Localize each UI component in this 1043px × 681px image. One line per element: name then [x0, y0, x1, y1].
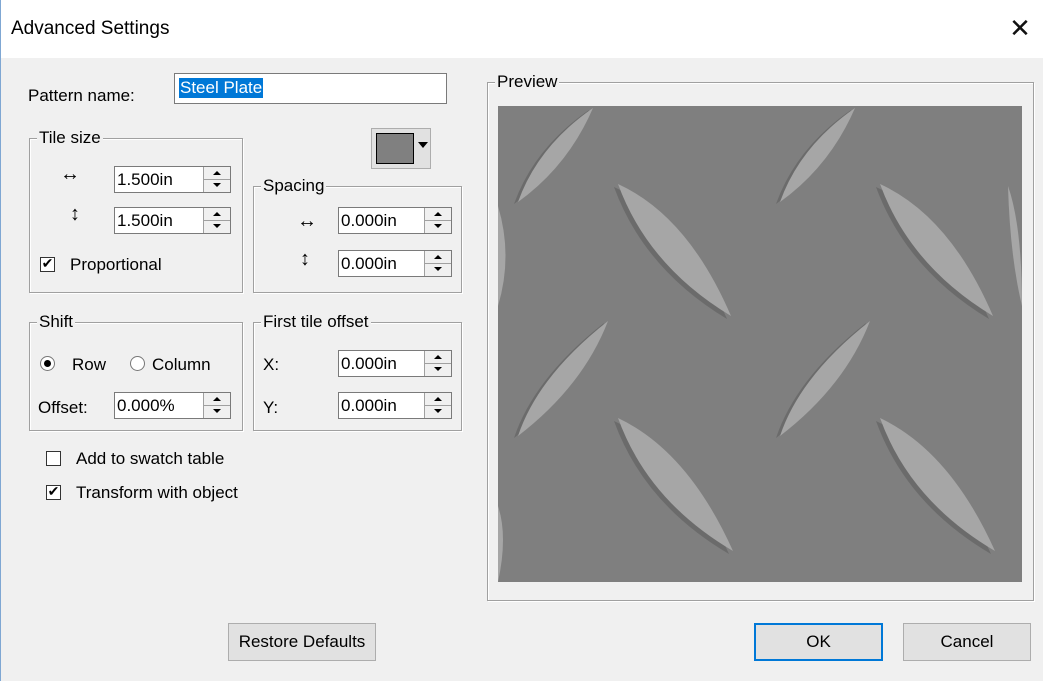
color-swatch	[376, 133, 414, 164]
row-radio[interactable]	[40, 356, 55, 371]
offset-y-spinner[interactable]: 0.000in	[338, 392, 452, 419]
radio-dot-icon	[44, 360, 51, 367]
tile-height-value: 1.500in	[117, 211, 173, 230]
checkmark-icon: ✔	[41, 255, 54, 271]
spin-up-icon[interactable]	[425, 393, 451, 406]
spin-up-icon[interactable]	[204, 167, 230, 180]
offset-y-label: Y:	[263, 398, 279, 417]
close-icon[interactable]: ✕	[997, 8, 1043, 48]
spin-down-icon[interactable]	[425, 264, 451, 276]
preview-pattern	[498, 106, 1022, 582]
transform-with-object-label: Transform with object	[76, 483, 238, 502]
shift-offset-value: 0.000%	[117, 396, 175, 415]
spin-down-icon[interactable]	[425, 406, 451, 418]
row-radio-label: Row	[72, 355, 107, 374]
add-to-swatch-checkbox[interactable]	[46, 451, 61, 466]
horizontal-arrow-icon: ↔	[297, 210, 317, 232]
column-radio[interactable]	[130, 356, 145, 371]
restore-defaults-button[interactable]: Restore Defaults	[228, 623, 376, 661]
proportional-label: Proportional	[70, 255, 162, 274]
checkmark-icon: ✔	[47, 483, 60, 499]
spin-down-icon[interactable]	[204, 406, 230, 418]
pattern-name-input[interactable]: Steel Plate	[174, 73, 447, 104]
tile-width-value: 1.500in	[117, 170, 173, 189]
proportional-checkbox[interactable]: ✔	[40, 255, 55, 272]
offset-x-spinner[interactable]: 0.000in	[338, 350, 452, 377]
spin-up-icon[interactable]	[204, 393, 230, 406]
pattern-name-label: Pattern name:	[28, 86, 135, 105]
title-bar: Advanced Settings ✕	[0, 0, 1043, 58]
spin-down-icon[interactable]	[425, 221, 451, 233]
spacing-legend: Spacing	[261, 176, 327, 196]
tile-size-legend: Tile size	[37, 128, 103, 148]
chevron-down-icon	[418, 142, 428, 148]
shift-legend: Shift	[37, 312, 76, 332]
spacing-horizontal-value: 0.000in	[341, 211, 397, 230]
spin-up-icon[interactable]	[425, 208, 451, 221]
offset-x-label: X:	[263, 355, 280, 374]
spin-up-icon[interactable]	[425, 251, 451, 264]
ok-button[interactable]: OK	[754, 623, 883, 661]
spin-up-icon[interactable]	[204, 208, 230, 221]
tile-width-spinner[interactable]: 1.500in	[114, 166, 231, 193]
color-swatch-button[interactable]	[371, 128, 431, 169]
offset-x-value: 0.000in	[341, 354, 397, 373]
spin-up-icon[interactable]	[425, 351, 451, 364]
offset-label: Offset:	[38, 398, 88, 417]
pattern-name-value: Steel Plate	[179, 78, 264, 98]
vertical-arrow-icon: ↕	[300, 248, 310, 270]
shift-offset-spinner[interactable]: 0.000%	[114, 392, 231, 419]
spin-down-icon[interactable]	[425, 364, 451, 376]
cancel-button[interactable]: Cancel	[903, 623, 1031, 661]
window-border	[0, 0, 1, 681]
offset-y-value: 0.000in	[341, 396, 397, 415]
advanced-settings-dialog: Advanced Settings ✕ Pattern name: Steel …	[0, 0, 1043, 681]
spacing-vertical-spinner[interactable]: 0.000in	[338, 250, 452, 277]
dialog-title: Advanced Settings	[11, 18, 170, 39]
transform-with-object-checkbox[interactable]: ✔	[46, 483, 61, 500]
first-tile-offset-legend: First tile offset	[261, 312, 371, 332]
spin-down-icon[interactable]	[204, 221, 230, 233]
spacing-horizontal-spinner[interactable]: 0.000in	[338, 207, 452, 234]
spacing-vertical-value: 0.000in	[341, 254, 397, 273]
add-to-swatch-label: Add to swatch table	[76, 449, 225, 468]
tile-height-spinner[interactable]: 1.500in	[114, 207, 231, 234]
preview-legend: Preview	[495, 72, 560, 92]
vertical-arrow-icon: ↕	[70, 203, 80, 225]
spin-down-icon[interactable]	[204, 180, 230, 192]
horizontal-arrow-icon: ↔	[60, 163, 80, 185]
column-radio-label: Column	[152, 355, 211, 374]
